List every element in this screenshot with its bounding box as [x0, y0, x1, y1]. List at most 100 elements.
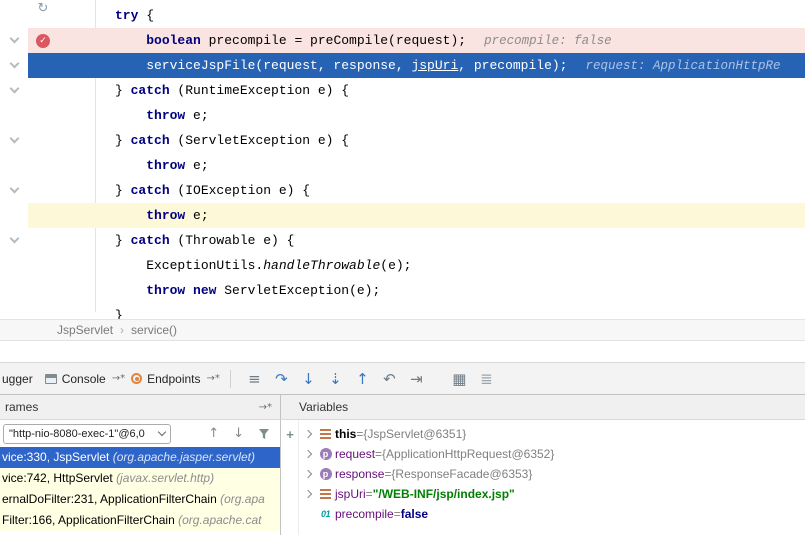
tree-chevron-column — [299, 491, 316, 497]
fold-gutter — [0, 178, 28, 203]
next-frame-icon[interactable]: ↓ — [233, 426, 244, 441]
code-text: } catch (RuntimeException e) { — [115, 83, 349, 98]
tab-debugger[interactable]: ugger — [0, 363, 39, 394]
variable-row[interactable]: prequest = {ApplicationHttpRequest@6352} — [299, 444, 805, 464]
force-step-into-icon[interactable]: ⇣ — [322, 364, 349, 394]
step-out-icon[interactable]: ↑ — [349, 364, 376, 394]
code-line: throw new ServletException(e); — [0, 278, 805, 303]
code-segment — [115, 158, 146, 173]
code-line-body[interactable]: throw e; — [28, 103, 805, 128]
layout-settings-icon[interactable]: ≡ — [241, 364, 268, 394]
code-segment: (RuntimeException e) { — [170, 83, 349, 98]
fold-chevron-icon[interactable] — [9, 234, 19, 244]
code-line-body[interactable]: serviceJspFile(request, response, jspUri… — [28, 53, 805, 78]
chevron-right-icon[interactable] — [303, 430, 311, 438]
pin-arrow-icon[interactable]: →* — [207, 373, 220, 384]
stack-frame-row[interactable]: ernalDoFilter:231, ApplicationFilterChai… — [0, 489, 280, 510]
code-segment: throw — [146, 208, 185, 223]
variable-name: request — [335, 447, 375, 461]
code-line-body[interactable]: throw e; — [28, 203, 805, 228]
variable-row[interactable]: this = {JspServlet@6351} — [299, 424, 805, 444]
code-segment: jspUri — [411, 58, 458, 73]
frames-panel: "http-nio-8080-exec-1"@6,0 ↑ ↓ vice:330,… — [0, 420, 281, 535]
code-line-body[interactable]: ↻try { — [28, 3, 805, 28]
variable-row[interactable]: jspUri = "/WEB-INF/jsp/index.jsp" — [299, 484, 805, 504]
chevron-right-icon[interactable] — [303, 450, 311, 458]
code-line-body[interactable]: } catch (IOException e) { — [28, 178, 805, 203]
variable-name: precompile — [335, 507, 394, 521]
code-line-body[interactable]: ✓ boolean precompile = preCompile(reques… — [28, 28, 805, 53]
variable-value: false — [401, 507, 428, 521]
code-segment: ServletException(e); — [216, 283, 380, 298]
code-segment: } — [115, 308, 123, 319]
mute-breakpoints-icon[interactable]: ≣ — [473, 364, 500, 394]
tool-window-headers: rames →* Variables — [0, 394, 805, 420]
tab-endpoints[interactable]: Endpoints — [125, 363, 206, 394]
code-text: ExceptionUtils.handleThrowable(e); — [115, 258, 411, 273]
fold-chevron-icon[interactable] — [9, 134, 19, 144]
variable-row[interactable]: 01precompile = false — [299, 504, 805, 524]
variable-name: response — [335, 467, 384, 481]
code-line-body[interactable]: } catch (ServletException e) { — [28, 128, 805, 153]
tree-chevron-column — [299, 451, 316, 457]
ide-debug-window: ↻try {✓ boolean precompile = preCompile(… — [0, 0, 805, 535]
code-line: } — [0, 303, 805, 319]
code-line-body[interactable]: throw e; — [28, 153, 805, 178]
frame-location: vice:330, JspServlet — [2, 450, 113, 464]
debugger-inline-hint: request: ApplicationHttpRe — [567, 59, 780, 73]
code-segment: (IOException e) { — [170, 183, 310, 198]
code-line-body[interactable]: } catch (Throwable e) { — [28, 228, 805, 253]
fold-gutter — [0, 303, 28, 319]
variable-value: {ResponseFacade@6353} — [391, 467, 532, 481]
code-segment — [115, 208, 146, 223]
step-over-icon[interactable]: ↷ — [268, 364, 295, 394]
fold-gutter — [0, 203, 28, 228]
code-segment: serviceJspFile(request, response, — [115, 58, 411, 73]
fold-chevron-icon[interactable] — [9, 84, 19, 94]
variable-name: jspUri — [335, 487, 366, 501]
thread-selector-dropdown[interactable]: "http-nio-8080-exec-1"@6,0 — [3, 424, 171, 444]
variable-row[interactable]: presponse = {ResponseFacade@6353} — [299, 464, 805, 484]
code-text: throw e; — [115, 208, 209, 223]
fold-gutter — [0, 253, 28, 278]
code-segment: e; — [185, 208, 208, 223]
code-segment: (ServletException e) { — [170, 133, 349, 148]
chevron-right-icon[interactable] — [303, 470, 311, 478]
view-breakpoints-icon[interactable]: ▦ — [446, 364, 473, 394]
pin-arrow-icon[interactable]: →* — [259, 402, 272, 413]
object-value-icon — [320, 429, 331, 439]
tab-console[interactable]: Console — [39, 363, 112, 394]
code-segment: catch — [131, 233, 170, 248]
fold-chevron-icon[interactable] — [9, 59, 19, 69]
breadcrumb-item[interactable]: JspServlet — [57, 323, 113, 337]
stack-frame-row[interactable]: vice:742, HttpServlet (javax.servlet.htt… — [0, 468, 280, 489]
code-segment: boolean — [146, 33, 201, 48]
gutter-icon-column: ↻ — [28, 15, 58, 16]
pin-arrow-icon[interactable]: →* — [112, 373, 125, 384]
tab-debugger-label: ugger — [2, 372, 33, 386]
variable-type-icon-column — [316, 429, 335, 439]
code-line-body[interactable]: throw new ServletException(e); — [28, 278, 805, 303]
code-line-body[interactable]: ExceptionUtils.handleThrowable(e); — [28, 253, 805, 278]
code-line-body[interactable]: } catch (RuntimeException e) { — [28, 78, 805, 103]
debugger-inline-hint: precompile: false — [466, 34, 612, 48]
step-into-icon[interactable]: ↓ — [295, 364, 322, 394]
code-text: throw new ServletException(e); — [115, 283, 380, 298]
chevron-right-icon[interactable] — [303, 490, 311, 498]
code-line-body[interactable]: } — [28, 303, 805, 319]
breakpoint-icon[interactable]: ✓ — [36, 34, 50, 48]
new-watch-icon[interactable]: + — [286, 427, 294, 535]
previous-frame-icon[interactable]: ↑ — [208, 426, 219, 441]
drop-frame-icon[interactable]: ↶ — [376, 364, 403, 394]
breadcrumb-item[interactable]: service() — [131, 323, 177, 337]
fold-chevron-icon[interactable] — [9, 34, 19, 44]
run-to-cursor-icon[interactable]: ⇥ — [403, 364, 430, 394]
code-editor[interactable]: ↻try {✓ boolean precompile = preCompile(… — [0, 0, 805, 319]
stack-frame-row[interactable]: Filter:166, ApplicationFilterChain (org.… — [0, 510, 280, 531]
stack-frame-row[interactable]: vice:330, JspServlet (org.apache.jasper.… — [0, 447, 280, 468]
fold-chevron-icon[interactable] — [9, 184, 19, 194]
code-segment: throw — [146, 158, 185, 173]
code-segment: } — [115, 83, 131, 98]
code-segment — [115, 283, 146, 298]
hide-library-frames-icon[interactable] — [258, 428, 270, 440]
